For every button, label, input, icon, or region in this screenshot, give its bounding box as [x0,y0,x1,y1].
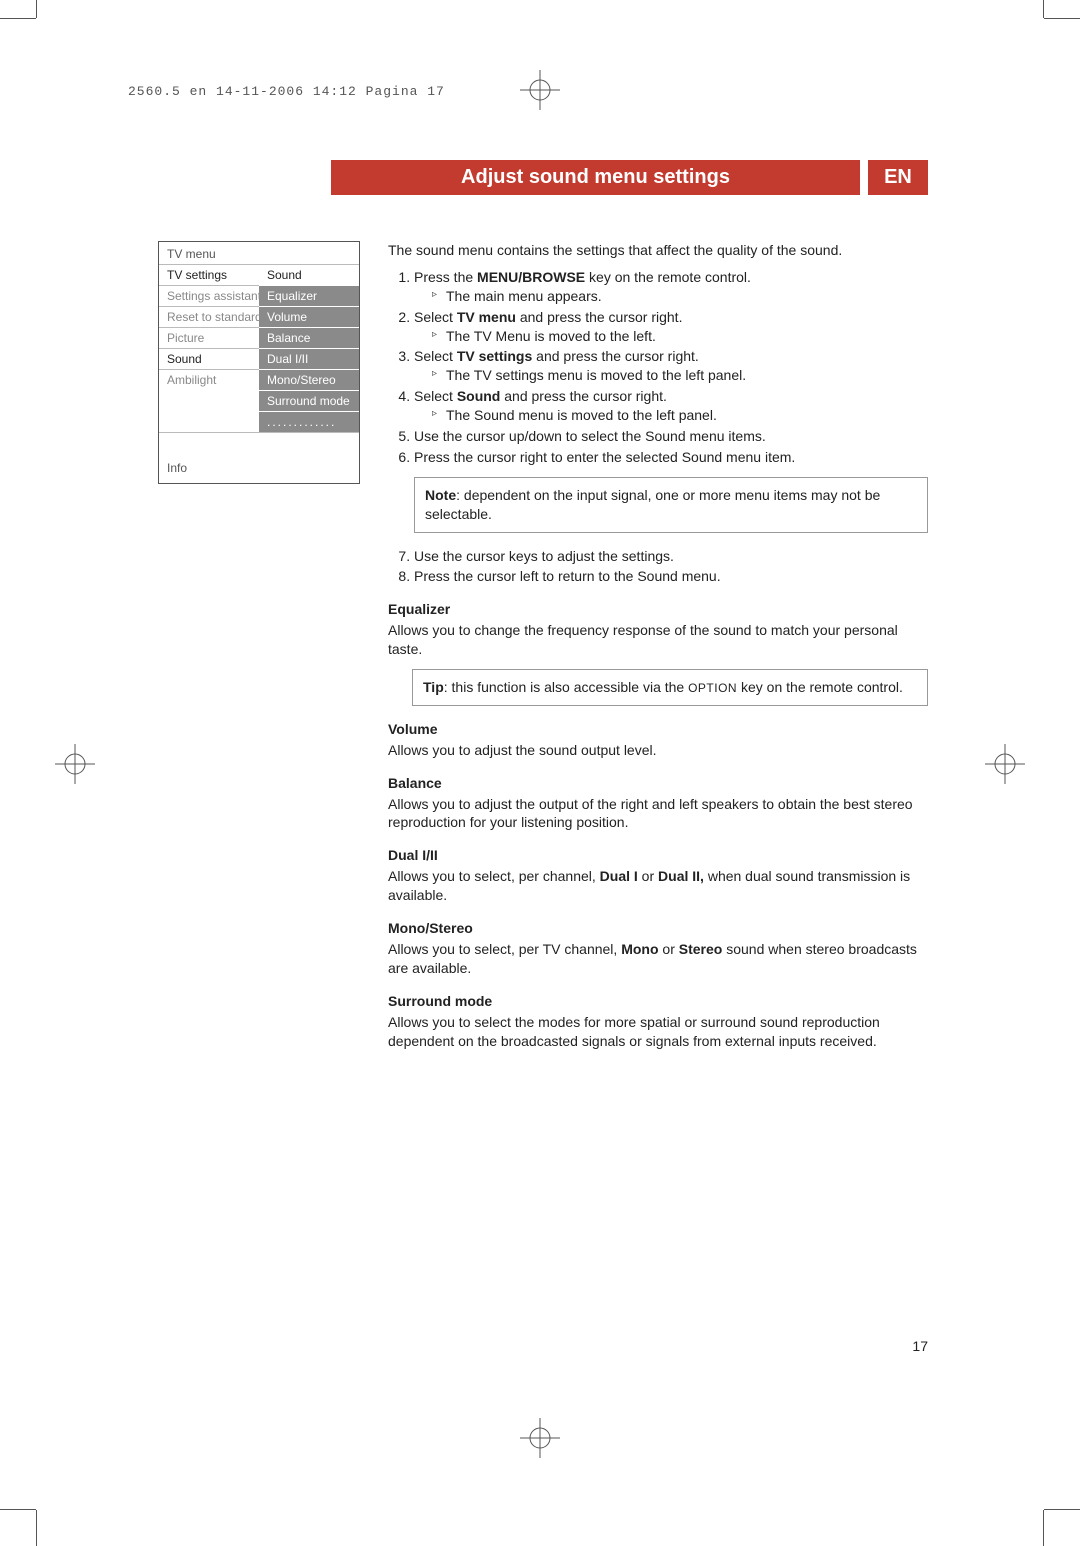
page-number: 17 [912,1338,928,1354]
language-badge: EN [868,160,928,195]
step-result: The main menu appears. [432,287,928,306]
step-bold: TV menu [457,309,516,325]
step-item: Press the cursor left to return to the S… [414,567,928,586]
step-text: Press the [414,269,477,285]
section-bold: Dual II, [658,868,704,884]
menu-figure: TV menu TV settings Settings assistant R… [158,241,360,484]
section-text: or [659,941,679,957]
print-mark: 2560.5 en 14-11-2006 14:12 Pagina 17 [128,84,445,99]
step-item: Use the cursor up/down to select the Sou… [414,427,928,446]
steps-list-2: Use the cursor keys to adjust the settin… [388,547,928,587]
menu-right-item: Dual I/II [259,348,359,369]
title-row: Adjust sound menu settings EN [331,160,928,195]
step-item: Press the cursor right to enter the sele… [414,448,928,467]
section-text: Allows you to select, per channel, [388,868,600,884]
section-body: Allows you to select, per TV channel, Mo… [388,940,928,978]
step-bold: TV settings [457,348,532,364]
menu-right-dots: ............. [259,411,359,432]
step-result: The TV settings menu is moved to the lef… [432,366,928,385]
step-text: Select [414,309,457,325]
section-text: Allows you to select, per TV channel, [388,941,621,957]
note-text: : dependent on the input signal, one or … [425,487,880,522]
section-heading-balance: Balance [388,774,928,793]
menu-info: Info [159,432,359,483]
step-item: Press the MENU/BROWSE key on the remote … [414,268,928,306]
menu-figure-title: TV menu [159,242,359,264]
step-text: and press the cursor right. [500,388,667,404]
menu-right-item: Equalizer [259,285,359,306]
crop-mark-top [520,70,560,110]
menu-left-column: TV settings Settings assistant Reset to … [159,264,259,432]
tip-text: key on the remote control. [737,679,903,695]
note-box: Note: dependent on the input signal, one… [414,477,928,533]
step-text: and press the cursor right. [532,348,699,364]
step-item: Select TV menu and press the cursor righ… [414,308,928,346]
step-item: Use the cursor keys to adjust the settin… [414,547,928,566]
crop-mark-bottom [520,1418,560,1458]
section-body: Allows you to adjust the output of the r… [388,795,928,833]
menu-left-item: Sound [159,348,259,369]
step-result: The TV Menu is moved to the left. [432,327,928,346]
menu-right-head: Sound [259,264,359,285]
menu-right-item: Volume [259,306,359,327]
section-bold: Stereo [679,941,723,957]
step-item: Select TV settings and press the cursor … [414,347,928,385]
page-body: Adjust sound menu settings EN TV menu TV… [158,160,928,1058]
step-result: The Sound menu is moved to the left pane… [432,406,928,425]
tip-label: Tip [423,679,444,695]
crop-mark-right [985,744,1025,784]
section-text: or [638,868,658,884]
menu-right-item: Mono/Stereo [259,369,359,390]
step-bold: MENU/BROWSE [477,269,585,285]
steps-list: Press the MENU/BROWSE key on the remote … [388,268,928,467]
menu-left-item: Ambilight [159,369,259,390]
tip-text: : this function is also accessible via t… [444,679,688,695]
menu-left-item: Settings assistant [159,285,259,306]
menu-left-item: Reset to standard [159,306,259,327]
section-bold: Mono [621,941,658,957]
menu-right-item: Surround mode [259,390,359,411]
section-heading-dual: Dual I/II [388,846,928,865]
note-label: Note [425,487,456,503]
page-title: Adjust sound menu settings [331,160,860,195]
menu-right-item: Balance [259,327,359,348]
section-body: Allows you to select the modes for more … [388,1013,928,1051]
menu-left-item: Picture [159,327,259,348]
step-text: Select [414,388,457,404]
content-column: The sound menu contains the settings tha… [388,241,928,1058]
section-body: Allows you to adjust the sound output le… [388,741,928,760]
section-heading-equalizer: Equalizer [388,600,928,619]
section-heading-surround: Surround mode [388,992,928,1011]
step-text: key on the remote control. [585,269,751,285]
crop-mark-left [55,744,95,784]
tip-box: Tip: this function is also accessible vi… [412,669,928,706]
step-item: Select Sound and press the cursor right.… [414,387,928,425]
step-text: and press the cursor right. [516,309,683,325]
menu-right-column: Sound Equalizer Volume Balance Dual I/II… [259,264,359,432]
section-body: Allows you to change the frequency respo… [388,621,928,659]
section-heading-mono: Mono/Stereo [388,919,928,938]
section-body: Allows you to select, per channel, Dual … [388,867,928,905]
section-heading-volume: Volume [388,720,928,739]
step-bold: Sound [457,388,501,404]
tip-key: OPTION [688,681,737,695]
intro-text: The sound menu contains the settings tha… [388,241,928,260]
section-bold: Dual I [600,868,638,884]
step-text: Select [414,348,457,364]
menu-left-item: TV settings [159,264,259,285]
